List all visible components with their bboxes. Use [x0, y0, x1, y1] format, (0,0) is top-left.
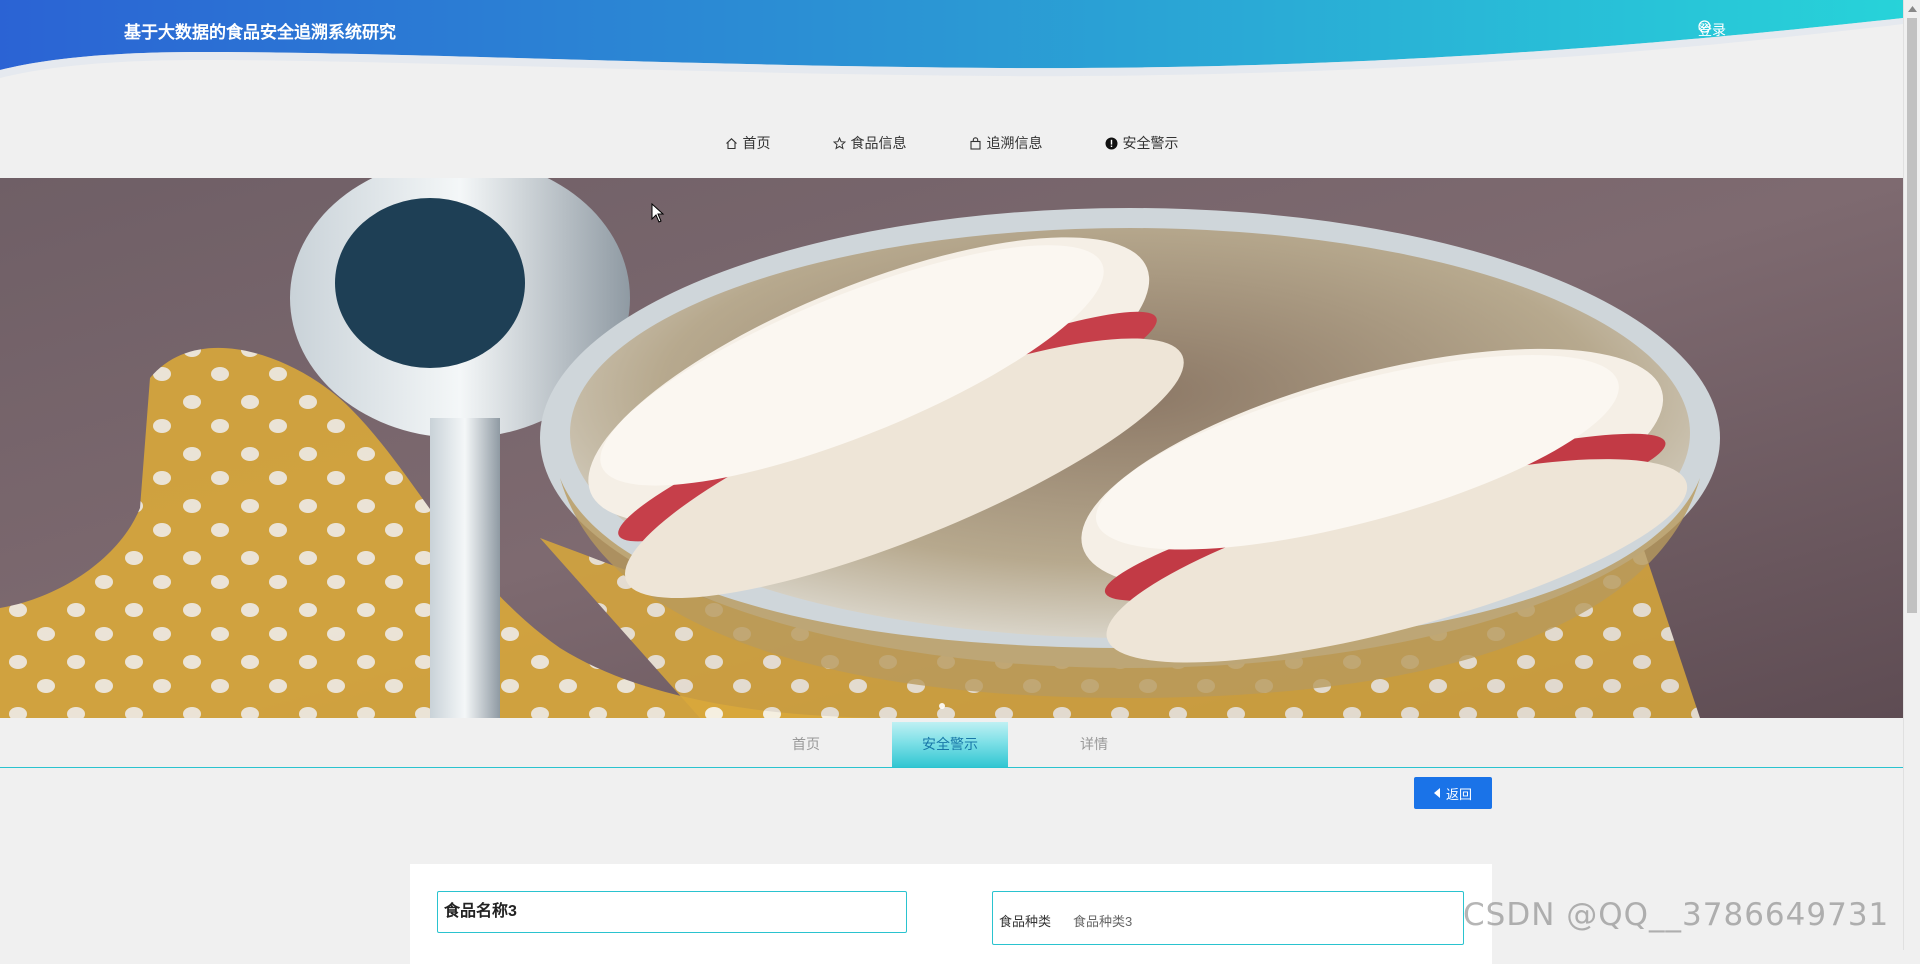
scroll-up-icon[interactable]	[1904, 0, 1920, 17]
tab-home[interactable]: 首页	[748, 722, 864, 767]
banner-image	[0, 178, 1903, 718]
back-button[interactable]: 返回	[1414, 777, 1492, 809]
watermark: CSDN @QQ__3786649731	[1463, 897, 1890, 933]
nav-label-home: 首页	[742, 135, 771, 151]
scrollbar-thumb[interactable]	[1907, 18, 1917, 613]
nav-item-home[interactable]: 首页	[725, 133, 771, 153]
detail-card: 食品名称3 食品种类 食品种类3	[410, 864, 1492, 964]
main-nav: 首页 食品信息 追溯信息 安全警示	[0, 118, 1903, 168]
food-category-value: 食品种类3	[1073, 914, 1133, 929]
food-category-label: 食品种类	[999, 914, 1052, 929]
check-circle-icon	[1698, 20, 1711, 33]
mouse-cursor-icon	[651, 203, 665, 223]
tab-safety-alert[interactable]: 安全警示	[892, 722, 1008, 767]
nav-item-trace-info[interactable]: 追溯信息	[969, 133, 1043, 153]
nav-label-food-info: 食品信息	[850, 135, 907, 151]
nav-label-trace-info: 追溯信息	[986, 135, 1043, 151]
vertical-scrollbar[interactable]	[1903, 0, 1920, 950]
back-button-label: 返回	[1445, 786, 1472, 802]
nav-item-food-info[interactable]: 食品信息	[832, 133, 907, 153]
carousel-dot[interactable]	[939, 703, 945, 709]
bag-icon	[969, 136, 981, 150]
nav-label-safety-alert: 安全警示	[1122, 135, 1179, 151]
banner-carousel[interactable]	[0, 178, 1903, 718]
star-icon	[832, 136, 846, 150]
site-title: 基于大数据的食品安全追溯系统研究	[124, 23, 396, 42]
food-name-field: 食品名称3	[437, 891, 907, 933]
breadcrumb-tabs: 首页 安全警示 详情	[0, 722, 1903, 768]
login-link[interactable]: 登录	[1698, 20, 1726, 40]
tab-detail[interactable]: 详情	[1036, 722, 1152, 767]
home-icon	[725, 137, 737, 149]
caret-left-icon	[1433, 788, 1440, 798]
tabs-divider	[0, 767, 1903, 768]
alert-icon	[1105, 137, 1117, 149]
header-bar: 基于大数据的食品安全追溯系统研究 登录	[0, 0, 1903, 78]
food-category-field: 食品种类 食品种类3	[992, 891, 1464, 945]
nav-item-safety-alert[interactable]: 安全警示	[1105, 133, 1179, 153]
